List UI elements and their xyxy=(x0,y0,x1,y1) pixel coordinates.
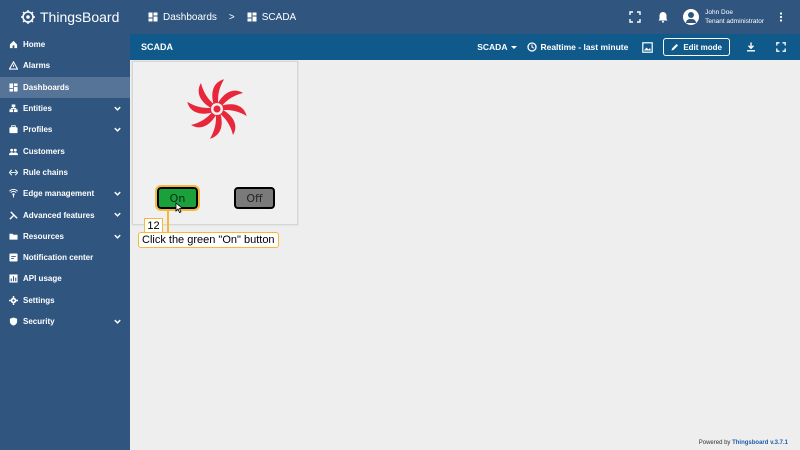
fullscreen-icon[interactable] xyxy=(776,42,786,52)
sidebar-item-api-usage[interactable]: API usage xyxy=(0,268,130,289)
sidebar-item-label: Customers xyxy=(23,146,65,156)
scada-widget: On Off xyxy=(132,61,298,225)
breadcrumb: Dashboards > SCADA xyxy=(130,12,296,23)
sidebar-item-alarms[interactable]: Alarms xyxy=(0,55,130,76)
sidebar-item-label: Alarms xyxy=(23,61,51,71)
image-export-icon[interactable] xyxy=(642,41,654,53)
sidebar: ThingsBoard Home Alarms Dashboards Entit… xyxy=(0,0,130,450)
off-button[interactable]: Off xyxy=(234,187,275,209)
dashboard-title: SCADA xyxy=(141,42,174,52)
dashboard-icon xyxy=(9,83,18,92)
user-info: John Doe Tenant administrator xyxy=(705,8,764,26)
sidebar-item-edge-management[interactable]: Edge management xyxy=(0,183,130,204)
app-logo[interactable]: ThingsBoard xyxy=(0,0,130,34)
chevron-down-icon[interactable] xyxy=(113,125,122,134)
chevron-down-icon[interactable] xyxy=(113,189,122,198)
avatar xyxy=(683,9,700,25)
breadcrumb-separator: > xyxy=(228,11,235,23)
chevron-down-icon[interactable] xyxy=(113,232,122,241)
notifications-bell-icon[interactable] xyxy=(657,11,669,23)
profiles-icon xyxy=(9,125,18,134)
tools-icon xyxy=(9,210,18,220)
fullscreen-icon[interactable] xyxy=(629,11,641,23)
warning-icon xyxy=(9,61,18,71)
annotation-step-number: 12 xyxy=(144,218,163,233)
home-icon xyxy=(9,40,18,49)
state-select-value: SCADA xyxy=(477,42,508,52)
chevron-down-icon[interactable] xyxy=(113,210,122,219)
user-role: Tenant administrator xyxy=(705,18,764,25)
chevron-down-icon[interactable] xyxy=(113,104,122,113)
fan-icon xyxy=(187,79,247,139)
shield-icon xyxy=(9,317,18,326)
edge-icon xyxy=(9,189,18,198)
sidebar-item-label: Entities xyxy=(23,104,52,114)
rule-chains-icon xyxy=(9,168,18,177)
folder-icon xyxy=(9,232,18,241)
gear-icon xyxy=(9,295,18,305)
dashboard-state-select[interactable]: SCADA xyxy=(477,42,518,52)
powered-by: Powered by Thingsboard v.3.7.1 xyxy=(699,440,788,446)
sidebar-item-resources[interactable]: Resources xyxy=(0,226,130,247)
sidebar-item-label: Dashboards xyxy=(23,82,70,92)
sidebar-item-label: Notification center xyxy=(23,253,94,263)
dashboard-actions: SCADA Realtime - last minute Edit mode xyxy=(477,34,786,60)
customers-icon xyxy=(9,147,18,156)
timewindow-label[interactable]: Realtime - last minute xyxy=(540,42,628,52)
sidebar-nav: Home Alarms Dashboards Entities Profiles… xyxy=(0,34,130,332)
sidebar-item-label: Home xyxy=(23,40,46,50)
top-bar-actions: John Doe Tenant administrator xyxy=(613,0,786,34)
sidebar-item-label: Profiles xyxy=(23,125,53,135)
more-vert-icon[interactable] xyxy=(776,12,786,22)
sidebar-item-advanced-features[interactable]: Advanced features xyxy=(0,204,130,225)
sidebar-item-label: API usage xyxy=(23,274,62,284)
sidebar-item-profiles[interactable]: Profiles xyxy=(0,119,130,140)
sidebar-item-dashboards[interactable]: Dashboards xyxy=(0,76,130,98)
sidebar-item-label: Settings xyxy=(23,295,55,305)
sidebar-item-label: Security xyxy=(23,317,55,326)
sidebar-item-label: Edge management xyxy=(23,189,95,199)
off-button-label: Off xyxy=(246,191,263,205)
sidebar-item-rule-chains[interactable]: Rule chains xyxy=(0,162,130,183)
sidebar-item-label: Rule chains xyxy=(23,167,68,177)
edit-mode-button[interactable]: Edit mode xyxy=(663,38,730,56)
chart-icon xyxy=(9,274,18,283)
sidebar-item-notification-center[interactable]: Notification center xyxy=(0,247,130,268)
sidebar-item-label: Advanced features xyxy=(23,210,95,220)
sidebar-item-home[interactable]: Home xyxy=(0,34,130,55)
dashboard-content: On Off 12 Click the green "On" button Po… xyxy=(130,60,800,450)
powered-by-brand[interactable]: Thingsboard v.3.7.1 xyxy=(732,440,788,446)
sidebar-item-customers[interactable]: Customers xyxy=(0,140,130,161)
pencil-icon xyxy=(671,44,679,51)
user-menu[interactable]: John Doe Tenant administrator xyxy=(683,8,764,26)
dashboard-toolbar: SCADA SCADA Realtime - last minute Edit … xyxy=(130,34,800,60)
sidebar-item-settings[interactable]: Settings xyxy=(0,290,130,311)
entities-icon xyxy=(9,104,18,113)
top-bar: Dashboards > SCADA John Doe Tenant admin… xyxy=(130,0,800,34)
sidebar-item-security[interactable]: Security xyxy=(0,311,130,332)
sidebar-item-label: Resources xyxy=(23,231,64,241)
sidebar-item-entities[interactable]: Entities xyxy=(0,98,130,119)
powered-by-prefix: Powered by xyxy=(698,440,731,446)
edit-mode-label: Edit mode xyxy=(683,42,722,52)
download-icon[interactable] xyxy=(746,42,756,52)
caret-down-icon xyxy=(511,45,518,49)
breadcrumb-scada: SCADA xyxy=(261,11,297,23)
thingsboard-logo-icon xyxy=(21,10,35,24)
breadcrumb-dashboards[interactable]: Dashboards xyxy=(163,12,217,23)
user-name: John Doe xyxy=(705,9,733,16)
notification-icon xyxy=(9,253,18,262)
logo-text: ThingsBoard xyxy=(40,9,120,25)
annotation-instruction: Click the green "On" button xyxy=(138,232,279,248)
annotation-connector xyxy=(167,210,169,233)
dashboard-icon xyxy=(148,12,158,22)
dashboard-icon xyxy=(247,12,257,22)
chevron-down-icon[interactable] xyxy=(113,317,122,326)
mouse-pointer-icon xyxy=(175,202,184,214)
clock-icon[interactable] xyxy=(527,42,538,52)
